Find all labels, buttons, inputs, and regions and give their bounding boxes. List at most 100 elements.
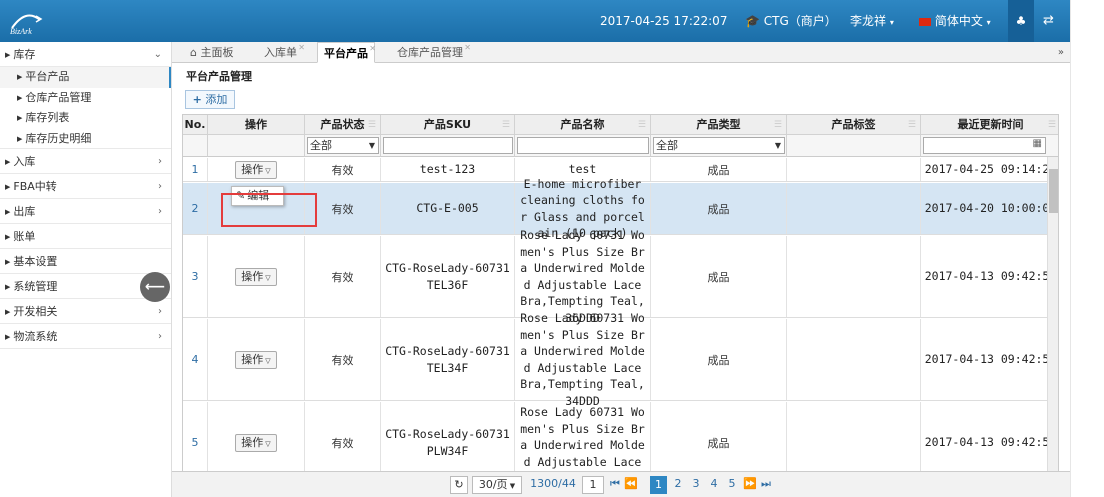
col-header-actions[interactable]: 操作 [208,115,305,135]
current-datetime: 2017-04-25 17:22:07 [600,14,728,28]
caret-right-icon: ▶ [5,208,11,216]
tree-icon[interactable]: ♣ [1008,0,1034,42]
sidebar: ▶ 库存 ⌄ ▶ 平台产品 ▶ 仓库产品管理 ▶ 库存列表 ▶ 库存历史明细 ▶ 入库 › ▶ F… [0,42,172,497]
table-row[interactable]: 3 操作 ▽ 有效 CTG-RoseLady-60731TEL36F Rose L… [183,228,1058,325]
actions-label: 操作 [241,435,264,449]
caret-right-icon: ▶ [17,134,23,143]
sidebar-subitem-inventory-list[interactable]: ▶ 库存列表 [0,108,171,129]
grid-vertical-scrollbar[interactable] [1047,157,1058,493]
actions-dropdown-button[interactable]: 操作 ▽ [235,350,277,369]
filter-cell-tag [787,135,921,157]
actions-dropdown-button[interactable]: 操作 ▽ [235,267,277,286]
refresh-button[interactable]: ↻ [450,476,468,494]
table-row[interactable]: 4 操作 ▽ 有效 CTG-RoseLady-60731TEL34F Rose L… [183,311,1058,408]
sidebar-item-inventory[interactable]: ▶ 库存 ⌄ [0,42,171,67]
sidebar-item-label: 开发相关 [13,305,58,318]
page-size-select[interactable]: 30/页 ▼ [472,476,522,494]
sidebar-item-logistics[interactable]: ▶ 物流系统 › [0,324,171,349]
page-title: 平台产品管理 [186,70,252,83]
page-link-1[interactable]: 1 [650,476,667,494]
close-icon[interactable]: ✕ [298,37,305,58]
caret-right-icon: ▶ [5,333,11,341]
close-icon[interactable]: ✕ [464,37,471,58]
tag-cell [787,183,921,234]
tab-label: 平台产品 [324,47,368,60]
col-header-name[interactable]: 产品名称 ☰ [515,115,651,135]
language-menu[interactable]: 简体中文 ▾ [919,0,991,42]
sku-filter-input[interactable] [383,137,513,154]
sort-icon: ☰ [1047,120,1056,130]
app-window: BizArk 2017-04-25 17:22:07 🎓 CTG（商户） 李龙祥… [0,0,1104,497]
filter-cell-name [515,135,651,157]
chevron-right-icon: › [158,331,162,342]
col-header-sku[interactable]: 产品SKU ☰ [381,115,515,135]
cn-flag-icon [919,17,931,26]
page-number-input[interactable]: 1 [582,476,604,494]
record-summary: 1300/44 [530,477,576,490]
name-cell: Rose Lady 60731 Women's Plus Size Bra Un… [515,311,651,408]
bizark-logo[interactable]: BizArk [6,6,46,36]
col-header-updated[interactable]: 最近更新时间 ☰ [921,115,1058,135]
updated-cell: 2017-04-25 09:14:29 [924,162,1057,177]
pagination-bar: ↻ 30/页 ▼ 1300/44 1 ⏮ ⏪ 1 2 3 4 5 ⏩ ⏭ [172,471,1070,497]
close-icon[interactable]: ✕ [369,38,376,59]
type-filter-select[interactable]: 全部 ▼ [653,137,785,154]
col-header-status[interactable]: 产品状态 ☰ [305,115,381,135]
tab-warehouse-products[interactable]: 仓库产品管理 ✕ [391,42,471,63]
sidebar-item-development[interactable]: ▶ 开发相关 › [0,299,171,324]
collapse-sidebar-button[interactable]: ⟵ [140,272,170,302]
col-header-type[interactable]: 产品类型 ☰ [651,115,787,135]
filter-cell-empty [208,135,305,157]
page-link-3[interactable]: 3 [689,476,703,494]
last-page-icon[interactable]: ⏭ [759,476,773,494]
col-header-tag[interactable]: 产品标签 ☰ [787,115,921,135]
actions-dropdown-button[interactable]: 操作 ▽ [235,160,277,179]
product-grid: No. 操作 产品状态 ☰ 产品SKU ☰ 产品名称 ☰ 产品类型 ☰ 产品标签 ☰ 最近… [182,114,1059,494]
date-filter-input[interactable]: ▦ [923,137,1046,154]
tag-cell [787,236,921,317]
tab-bar: ⌂ 主面板 入库单 ✕ 平台产品 ✕ 仓库产品管理 ✕ » [172,42,1070,63]
sort-icon: ☰ [367,120,376,130]
tab-label: 入库单 [264,46,297,59]
page-size-value: 30/页 [478,478,508,491]
calendar-icon[interactable]: ▦ [1033,138,1042,149]
tab-inbound-orders[interactable]: 入库单 ✕ [258,42,305,63]
scrollbar-thumb[interactable] [1049,169,1058,213]
prev-page-icon[interactable]: ⏪ [624,476,638,494]
actions-cell: 操作 ▽ [208,158,305,181]
tab-platform-products[interactable]: 平台产品 ✕ [317,42,376,63]
chevron-right-icon: › [158,206,162,217]
account-menu[interactable]: 🎓 CTG（商户） [745,0,837,42]
sidebar-item-fba-transfer[interactable]: ▶ FBA中转 › [0,174,171,199]
actions-dropdown-button[interactable]: 操作 ▽ [235,433,277,452]
sidebar-item-label: 入库 [13,155,36,168]
sidebar-item-basic-settings[interactable]: ▶ 基本设置 [0,249,171,274]
caret-down-icon: ▼ [507,482,516,490]
sidebar-subitem-platform-products[interactable]: ▶ 平台产品 [0,67,171,88]
name-filter-input[interactable] [517,137,649,154]
caret-right-icon: ▶ [5,258,11,266]
page-link-2[interactable]: 2 [671,476,685,494]
tab-dashboard[interactable]: ⌂ 主面板 [184,42,239,63]
page-link-5[interactable]: 5 [725,476,739,494]
actions-label: 操作 [241,352,264,366]
sidebar-item-billing[interactable]: ▶ 账单 [0,224,171,249]
sidebar-item-label: FBA中转 [13,180,57,193]
swap-icon[interactable]: ⇄ [1043,0,1054,42]
sort-icon: ☰ [501,120,510,130]
filter-cell-sku [381,135,515,157]
next-page-icon[interactable]: ⏩ [743,476,757,494]
add-button[interactable]: + 添加 [185,90,235,109]
sidebar-item-label: 账单 [13,230,36,243]
sidebar-item-inbound[interactable]: ▶ 入库 › [0,149,171,174]
arrow-left-icon: ⟵ [144,279,166,295]
tab-overflow-icon[interactable]: » [1058,42,1064,63]
page-link-4[interactable]: 4 [707,476,721,494]
first-page-icon[interactable]: ⏮ [608,476,622,494]
sidebar-subitem-warehouse-products[interactable]: ▶ 仓库产品管理 [0,88,171,109]
chevron-down-icon: ▾ [889,18,894,27]
sidebar-subitem-inventory-history[interactable]: ▶ 库存历史明细 [0,129,171,149]
user-menu[interactable]: 李龙祥 ▾ [850,0,894,42]
status-filter-select[interactable]: 全部 ▼ [307,137,379,154]
sidebar-item-outbound[interactable]: ▶ 出库 › [0,199,171,224]
